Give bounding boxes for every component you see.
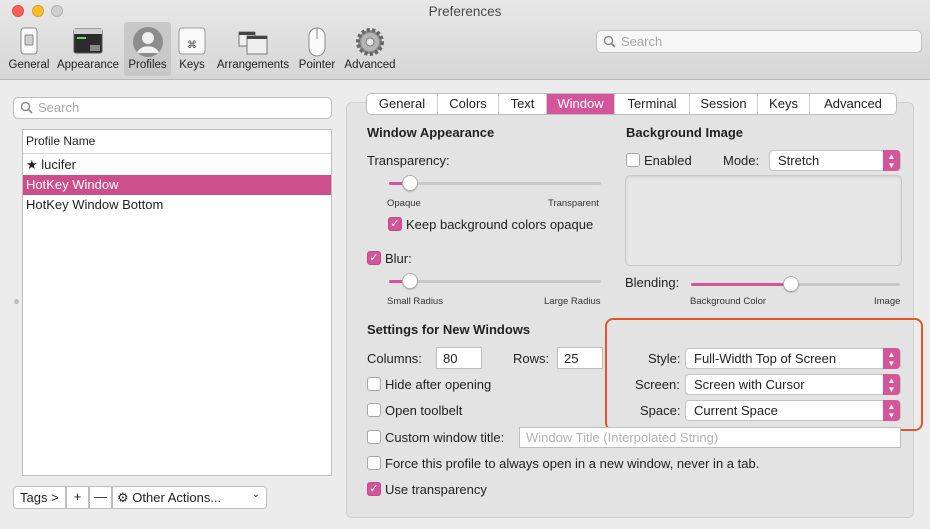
profiles-icon xyxy=(132,26,164,61)
profile-tabs: General Colors Text Window Terminal Sess… xyxy=(366,93,897,115)
toolbar-profiles-label: Profiles xyxy=(128,59,167,71)
other-actions-menu[interactable]: ⚙ Other Actions... ⌄ xyxy=(112,486,267,509)
toolbar-pointer[interactable]: Pointer xyxy=(296,22,338,76)
blur-min-label: Small Radius xyxy=(387,296,443,307)
blending-slider[interactable] xyxy=(691,276,900,292)
tags-button[interactable]: Tags > xyxy=(13,486,66,509)
search-icon xyxy=(20,101,33,117)
custom-window-title-input[interactable]: Window Title (Interpolated String) xyxy=(519,427,901,448)
tab-terminal[interactable]: Terminal xyxy=(615,94,690,114)
open-toolbelt-checkbox[interactable] xyxy=(367,403,381,417)
bg-mode-select[interactable]: Stretch ▲ ▼ xyxy=(769,150,901,171)
transparency-min-label: Opaque xyxy=(387,198,421,209)
bg-image-enabled-label: Enabled xyxy=(644,153,692,168)
toolbar-arrangements[interactable]: Arrangements xyxy=(213,22,293,76)
rows-field[interactable]: 25 xyxy=(557,347,603,369)
profile-list-header[interactable]: Profile Name xyxy=(23,130,331,154)
annotation-highlight-box xyxy=(605,318,923,431)
pointer-icon xyxy=(305,26,329,61)
appearance-icon xyxy=(72,26,104,59)
columns-label: Columns: xyxy=(367,351,422,366)
blending-min-label: Background Color xyxy=(690,296,767,307)
tab-session[interactable]: Session xyxy=(690,94,758,114)
blur-label: Blur: xyxy=(385,251,412,266)
keys-icon: ⌘ xyxy=(177,26,207,59)
tab-general[interactable]: General xyxy=(367,94,438,114)
tab-advanced[interactable]: Advanced xyxy=(810,94,896,114)
use-transparency-label: Use transparency xyxy=(385,482,487,497)
rows-label: Rows: xyxy=(513,351,550,366)
arrangements-icon xyxy=(237,26,269,59)
toolbar-keys-label: Keys xyxy=(179,59,205,71)
background-image-heading: Background Image xyxy=(626,125,744,140)
blending-label: Blending: xyxy=(625,275,680,290)
profile-search-placeholder: Search xyxy=(38,100,80,115)
tab-window[interactable]: Window xyxy=(547,94,615,114)
hide-after-opening-checkbox[interactable] xyxy=(367,377,381,391)
profile-row-lucifer[interactable]: ★ lucifer xyxy=(23,155,331,175)
gear-icon xyxy=(354,26,386,61)
toolbar-profiles[interactable]: Profiles xyxy=(124,22,171,76)
blur-max-label: Large Radius xyxy=(544,296,601,307)
toolbar-appearance-label: Appearance xyxy=(56,59,120,71)
force-new-window-checkbox[interactable] xyxy=(367,456,381,470)
transparency-slider[interactable] xyxy=(389,175,601,191)
other-actions-label: Other Actions... xyxy=(132,490,222,505)
window-appearance-heading: Window Appearance xyxy=(367,125,495,140)
use-transparency-checkbox[interactable]: ✓ xyxy=(367,482,381,496)
toolbar-keys[interactable]: ⌘ Keys xyxy=(175,22,209,76)
toolbar-general-label: General xyxy=(8,59,50,71)
background-image-well[interactable] xyxy=(625,175,902,266)
tab-colors[interactable]: Colors xyxy=(438,94,499,114)
toolbar-pointer-label: Pointer xyxy=(298,59,336,71)
tab-keys[interactable]: Keys xyxy=(758,94,810,114)
force-new-window-label: Force this profile to always open in a n… xyxy=(385,456,760,471)
blending-slider-fill xyxy=(691,283,792,286)
svg-text:⌘: ⌘ xyxy=(187,40,197,51)
search-placeholder: Search xyxy=(621,34,663,49)
search-icon xyxy=(603,35,616,51)
profile-row-hotkey-window[interactable]: HotKey Window xyxy=(23,175,331,195)
chevron-down-icon: ⌄ xyxy=(251,489,260,500)
profile-list: Profile Name ★ lucifer HotKey Window Hot… xyxy=(22,129,332,476)
split-resize-handle[interactable] xyxy=(14,299,19,304)
custom-window-title-label: Custom window title: xyxy=(385,430,505,445)
custom-window-title-checkbox[interactable] xyxy=(367,430,381,444)
open-toolbelt-label: Open toolbelt xyxy=(385,403,463,418)
blur-checkbox[interactable]: ✓ xyxy=(367,251,381,265)
bg-mode-value: Stretch xyxy=(778,153,820,168)
add-profile-button[interactable]: + xyxy=(66,486,89,509)
transparency-max-label: Transparent xyxy=(548,198,599,209)
preferences-search-input[interactable]: Search xyxy=(596,30,922,53)
toolbar-general[interactable]: General xyxy=(6,22,52,76)
blur-slider[interactable] xyxy=(389,273,601,289)
bg-mode-label: Mode: xyxy=(723,153,760,168)
chevron-up-down-icon: ▲ ▼ xyxy=(883,150,900,171)
toolbar-advanced-label: Advanced xyxy=(344,59,396,71)
profile-row-hotkey-window-bottom[interactable]: HotKey Window Bottom xyxy=(23,195,331,215)
bg-image-enabled-checkbox[interactable] xyxy=(626,153,640,167)
toolbar-advanced[interactable]: Advanced xyxy=(342,22,398,76)
profile-search-input[interactable]: Search xyxy=(13,97,332,119)
keep-bg-opaque-checkbox[interactable]: ✓ xyxy=(388,217,402,231)
columns-field[interactable]: 80 xyxy=(436,347,482,369)
keep-bg-opaque-label: Keep background colors opaque xyxy=(406,217,594,232)
general-icon xyxy=(14,26,44,59)
transparency-label: Transparency: xyxy=(367,153,450,168)
profile-actions-bar: Tags > + — ⚙ Other Actions... ⌄ xyxy=(13,486,267,509)
blending-max-label: Image xyxy=(874,296,901,307)
toolbar-arrangements-label: Arrangements xyxy=(216,59,290,71)
gear-icon: ⚙ xyxy=(117,491,129,506)
toolbar-appearance[interactable]: Appearance xyxy=(55,22,121,76)
tab-text[interactable]: Text xyxy=(499,94,547,114)
window-title: Preferences xyxy=(428,4,502,19)
new-windows-heading: Settings for New Windows xyxy=(367,322,531,337)
hide-after-opening-label: Hide after opening xyxy=(385,377,492,392)
remove-profile-button[interactable]: — xyxy=(89,486,112,509)
